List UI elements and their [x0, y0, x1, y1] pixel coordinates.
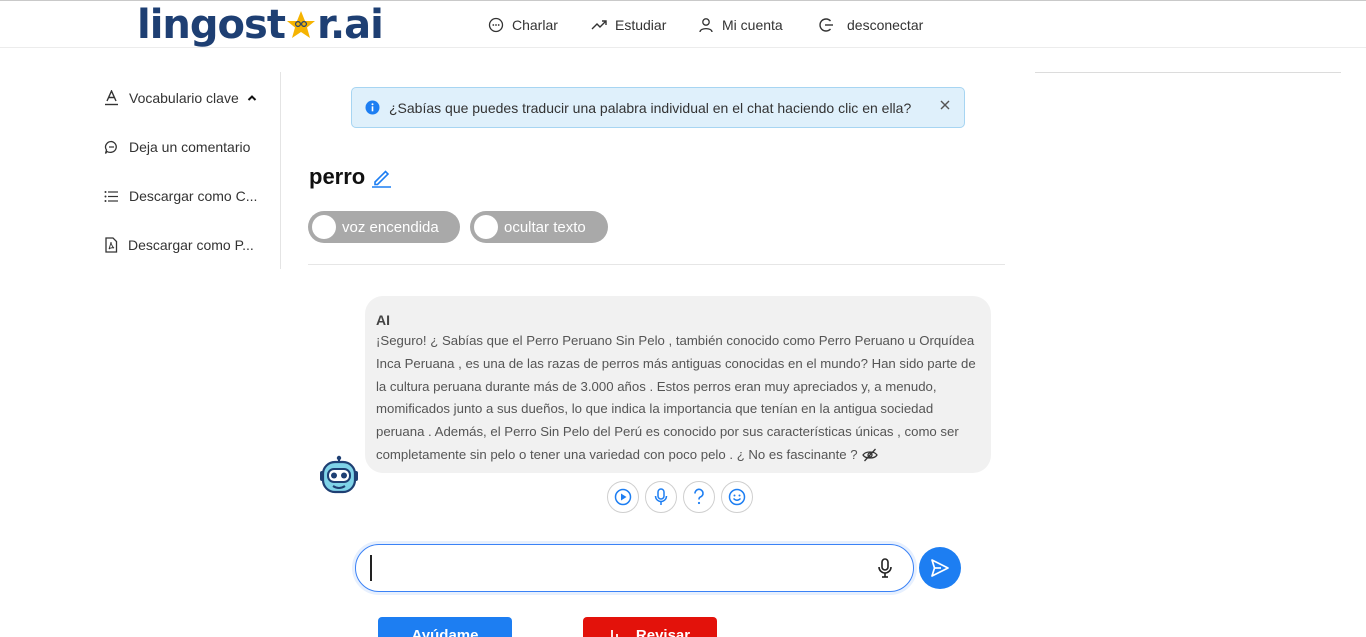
sidebar-item-label: Deja un comentario — [129, 139, 251, 155]
review-button[interactable]: Revisar — [583, 617, 717, 637]
sidebar-item-vocabulary[interactable]: Vocabulario clave — [104, 90, 267, 106]
help-button[interactable]: Ayúdame — [378, 617, 512, 637]
message-input[interactable] — [370, 555, 850, 581]
top-header: lingost r.ai Charlar Estudiar Mi cuenta … — [0, 1, 1366, 48]
sidebar-item-download-csv[interactable]: Descargar como C... — [104, 188, 257, 204]
chevron-up-icon — [247, 95, 256, 101]
sidebar-item-feedback[interactable]: Deja un comentario — [104, 139, 250, 155]
help-button-label: Ayúdame — [411, 627, 479, 637]
chat-bubble-icon — [488, 17, 504, 32]
font-underline-icon — [105, 90, 118, 106]
microphone-icon — [654, 488, 668, 505]
review-button-label: Revisar — [635, 627, 691, 637]
nav-logout[interactable]: desconectar — [818, 1, 923, 48]
close-icon[interactable] — [939, 99, 951, 111]
topic-title: perro — [309, 164, 366, 189]
message-actions — [607, 481, 753, 513]
send-icon — [931, 559, 949, 577]
voice-toggle-label: voz encendida — [342, 218, 439, 236]
pencil-edit-icon[interactable] — [371, 167, 392, 188]
sidebar-item-label: Vocabulario clave — [129, 90, 239, 106]
explain-button[interactable] — [683, 481, 715, 513]
comment-icon — [104, 140, 117, 154]
message-sender: AI — [376, 312, 390, 328]
pdf-file-icon — [105, 237, 118, 253]
message-body: ¡Seguro! ¿ Sabías que el Perro Peruano S… — [376, 330, 980, 467]
trending-up-icon — [591, 19, 607, 29]
hide-text-toggle-label: ocultar texto — [504, 218, 586, 236]
topic-heading: perro — [309, 164, 392, 190]
nav-chat-label: Charlar — [512, 16, 558, 33]
lingostar-logo[interactable]: lingost r.ai — [137, 2, 384, 48]
question-mark-icon — [694, 488, 704, 505]
logo-text-suffix: r.ai — [316, 2, 384, 48]
microphone-icon[interactable] — [877, 558, 893, 578]
sidebar: Vocabulario clave Deja un comentario Des… — [0, 72, 281, 269]
nav-study-label: Estudiar — [615, 16, 667, 33]
list-icon — [104, 190, 118, 202]
review-icon — [610, 630, 618, 637]
info-tip-banner: ¿Sabías que puedes traducir una palabra … — [351, 87, 965, 128]
logout-icon — [819, 17, 833, 32]
section-divider — [308, 264, 1005, 265]
play-audio-button[interactable] — [607, 481, 639, 513]
right-panel-divider — [1035, 72, 1341, 73]
smiley-icon — [728, 488, 746, 506]
sidebar-item-label: Descargar como C... — [129, 188, 258, 204]
hide-text-toggle[interactable]: ocultar texto — [470, 211, 608, 243]
robot-avatar-icon — [320, 455, 358, 494]
voice-toggle[interactable]: voz encendida — [308, 211, 460, 243]
ai-message-bubble: AI ¡Seguro! ¿ Sabías que el Perro Peruan… — [365, 296, 991, 473]
user-icon — [699, 17, 713, 32]
send-button[interactable] — [919, 547, 961, 589]
message-text[interactable]: ¡Seguro! ¿ Sabías que el Perro Peruano S… — [376, 333, 976, 462]
toggle-knob — [474, 215, 498, 239]
chat-composer — [355, 544, 914, 592]
toggle-knob — [312, 215, 336, 239]
record-voice-button[interactable] — [645, 481, 677, 513]
nav-chat[interactable]: Charlar — [488, 1, 558, 48]
sidebar-item-download-pdf[interactable]: Descargar como P... — [104, 237, 254, 253]
react-emoji-button[interactable] — [721, 481, 753, 513]
nav-study[interactable]: Estudiar — [591, 1, 666, 48]
info-tip-text: ¿Sabías que puedes traducir una palabra … — [389, 99, 912, 116]
play-circle-icon — [614, 488, 632, 506]
nav-logout-label: desconectar — [847, 16, 924, 33]
star-mascot-icon — [286, 11, 315, 38]
info-icon — [365, 100, 380, 115]
nav-account[interactable]: Mi cuenta — [698, 1, 783, 48]
logo-text-prefix: lingost — [137, 2, 286, 48]
nav-account-label: Mi cuenta — [722, 16, 783, 33]
eye-slash-icon[interactable] — [861, 448, 878, 462]
sidebar-item-label: Descargar como P... — [128, 237, 254, 253]
